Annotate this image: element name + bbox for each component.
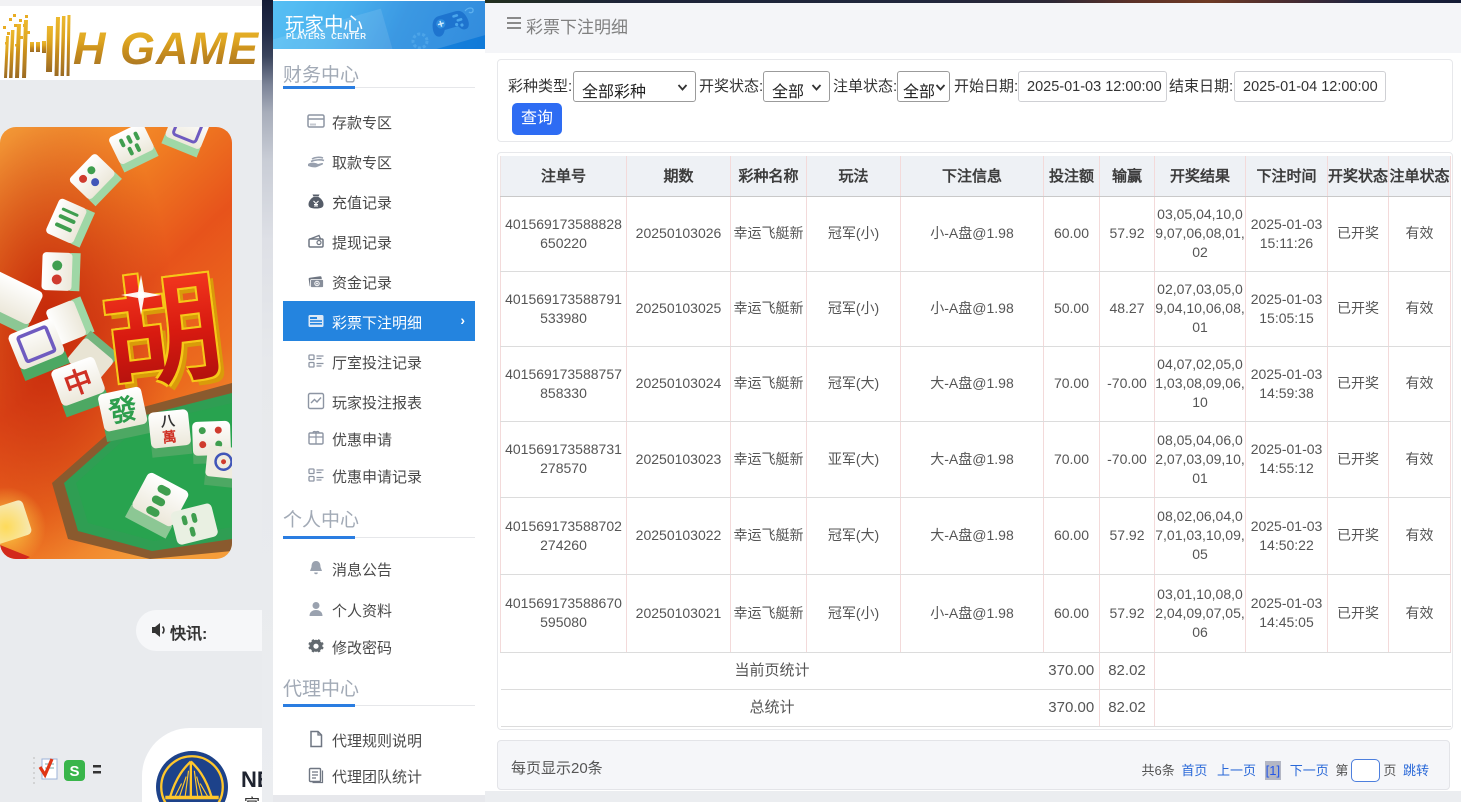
- svg-text:H GAME: H GAME: [73, 23, 260, 74]
- svg-text:萬: 萬: [162, 428, 178, 445]
- svg-text:八: 八: [159, 412, 177, 430]
- svg-text:胡: 胡: [96, 260, 229, 405]
- svg-text:S: S: [69, 763, 79, 780]
